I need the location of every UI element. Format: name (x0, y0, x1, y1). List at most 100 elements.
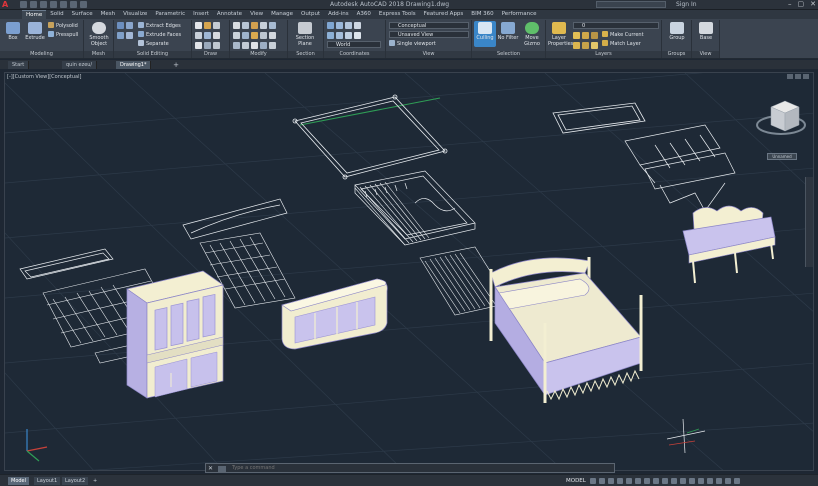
match-layer-button[interactable]: Match Layer (602, 40, 641, 48)
osnap-toggle-icon[interactable] (626, 478, 632, 484)
viewport-restore-icon[interactable] (795, 74, 801, 79)
transparency-toggle-icon[interactable] (653, 478, 659, 484)
ucs-x-icon[interactable] (327, 32, 334, 39)
tab-annotate[interactable]: Annotate (213, 10, 246, 19)
extrude-button[interactable]: Extrude (24, 21, 46, 47)
search-input[interactable] (596, 1, 666, 8)
viewport-controls-label[interactable]: [-][Custom View][Conceptual] (7, 74, 81, 80)
view-group-label[interactable]: View (386, 51, 471, 58)
model-space-indicator[interactable]: MODEL (566, 477, 586, 485)
explode-icon[interactable] (242, 42, 249, 49)
navigation-bar[interactable] (805, 177, 813, 267)
rectangle-icon[interactable] (204, 32, 211, 39)
subtract-icon[interactable] (126, 22, 133, 29)
drawing-viewport[interactable]: [-][Custom View][Conceptual] Unnamed (4, 72, 814, 471)
interfere-icon[interactable] (126, 32, 133, 39)
line-icon[interactable] (195, 22, 202, 29)
plot-icon[interactable] (60, 1, 67, 8)
viewport-close-icon[interactable] (803, 74, 809, 79)
minimize-button[interactable]: – (788, 0, 792, 8)
saved-view-dropdown[interactable]: Unsaved View (389, 31, 469, 38)
array-icon[interactable] (269, 32, 276, 39)
add-layout-button[interactable]: + (90, 477, 100, 485)
new-tab-button[interactable]: + (172, 61, 180, 69)
layer-properties-button[interactable]: Layer Properties (548, 21, 573, 47)
tab-home[interactable]: Home (22, 10, 47, 19)
3d-osnap-icon[interactable] (671, 478, 677, 484)
mirror-icon[interactable] (233, 32, 240, 39)
offset-icon[interactable] (233, 42, 240, 49)
open-file-icon[interactable] (30, 1, 37, 8)
lineweight-toggle-icon[interactable] (644, 478, 650, 484)
circle-icon[interactable] (213, 22, 220, 29)
tab-view[interactable]: View (246, 10, 267, 19)
modify-group-label[interactable]: Modify (230, 51, 287, 58)
erase-icon[interactable] (251, 32, 258, 39)
layer-isolate-icon[interactable] (582, 32, 589, 39)
tab-add-ins[interactable]: Add-ins (324, 10, 353, 19)
tab-solid[interactable]: Solid (46, 10, 67, 19)
table-top-wireframe[interactable] (292, 94, 448, 180)
customize-icon[interactable] (734, 478, 740, 484)
layer-dropdown[interactable]: 0 (573, 22, 659, 29)
polyline-icon[interactable] (204, 22, 211, 29)
group-button[interactable]: Group (666, 21, 688, 47)
ortho-toggle-icon[interactable] (608, 478, 614, 484)
layer-freeze-icon[interactable] (591, 32, 598, 39)
polar-toggle-icon[interactable] (617, 478, 623, 484)
base-button[interactable]: Base (695, 21, 717, 47)
settee-solid[interactable] (682, 205, 776, 284)
coordinates-group-label[interactable]: Coordinates (324, 51, 385, 58)
layer-off-icon[interactable] (573, 32, 580, 39)
workspace-switch-icon[interactable] (698, 478, 704, 484)
union-icon[interactable] (117, 22, 124, 29)
recent-commands-icon[interactable] (218, 466, 226, 472)
tab-layout1[interactable]: Layout1 (34, 477, 61, 485)
trim-icon[interactable] (251, 22, 258, 29)
tab-performance[interactable]: Performance (498, 10, 541, 19)
ucs-y-icon[interactable] (336, 32, 343, 39)
tab-mesh[interactable]: Mesh (97, 10, 119, 19)
save-as-icon[interactable] (50, 1, 57, 8)
tab-file-2[interactable]: quin ezeu/ (62, 61, 98, 69)
china-cabinet-solid[interactable] (126, 270, 224, 399)
make-current-button[interactable]: Make Current (602, 31, 644, 39)
3d-rotate-icon[interactable] (269, 42, 276, 49)
sign-in-link[interactable]: Sign In (676, 1, 697, 8)
separate-button[interactable]: Separate (138, 40, 169, 48)
move-gizmo-button[interactable]: Move Gizmo (521, 21, 543, 47)
tab-express-tools[interactable]: Express Tools (375, 10, 420, 19)
hatched-panel-wireframe[interactable] (354, 181, 430, 246)
ucs-icon-viewport[interactable] (26, 429, 48, 462)
dynamic-ucs-icon[interactable] (680, 478, 686, 484)
extract-edges-button[interactable]: Extract Edges (138, 22, 181, 30)
layer-thaw-icon[interactable] (591, 42, 598, 49)
3d-scene[interactable] (5, 73, 814, 471)
layer-unisolate-icon[interactable] (582, 42, 589, 49)
layer-lock-icon[interactable] (573, 42, 580, 49)
ucs-3point-icon[interactable] (354, 22, 361, 29)
fillet-icon[interactable] (260, 22, 267, 29)
close-command-line-icon[interactable]: ✕ (208, 465, 213, 472)
tab-output[interactable]: Output (297, 10, 324, 19)
clean-screen-icon[interactable] (725, 478, 731, 484)
mesh-group-label[interactable]: Mesh (84, 51, 113, 58)
tab-surface[interactable]: Surface (68, 10, 97, 19)
tab-visualize[interactable]: Visualize (119, 10, 151, 19)
view-base-group-label[interactable]: View (692, 51, 719, 58)
tab-featured-apps[interactable]: Featured Apps (420, 10, 468, 19)
headboard-wireframe[interactable] (354, 170, 476, 246)
modeling-group-label[interactable]: Modeling (0, 51, 83, 58)
hardware-accel-icon[interactable] (716, 478, 722, 484)
draw-group-label[interactable]: Draw (192, 51, 229, 58)
stretch-icon[interactable] (260, 32, 267, 39)
grid-toggle-icon[interactable] (590, 478, 596, 484)
bed-solid[interactable] (489, 257, 643, 403)
point-icon[interactable] (195, 42, 202, 49)
annotation-scale-icon[interactable] (689, 478, 695, 484)
new-file-icon[interactable] (20, 1, 27, 8)
snap-toggle-icon[interactable] (599, 478, 605, 484)
viewport-config-button[interactable]: Single viewport (389, 40, 436, 48)
hatch-icon[interactable] (204, 42, 211, 49)
intersect-icon[interactable] (117, 32, 124, 39)
